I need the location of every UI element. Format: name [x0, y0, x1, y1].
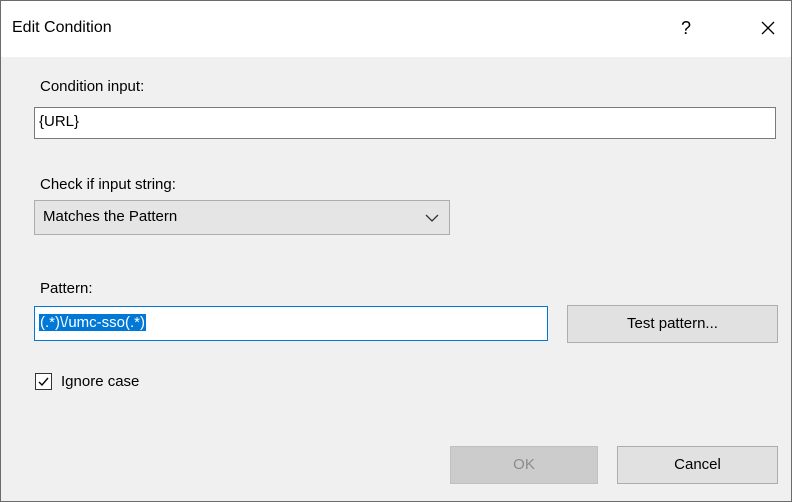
cancel-button[interactable]: Cancel: [617, 446, 778, 484]
pattern-value: (.*)\/umc-sso(.*): [39, 314, 146, 331]
close-icon: [761, 21, 775, 35]
help-icon: ?: [680, 18, 691, 38]
pattern-label: Pattern:: [40, 280, 93, 297]
ignore-case-label[interactable]: Ignore case: [61, 373, 139, 390]
help-button[interactable]: ?: [669, 13, 703, 43]
pattern-field[interactable]: (.*)\/umc-sso(.*): [34, 306, 548, 341]
condition-input-value: {URL}: [39, 113, 80, 130]
match-type-value: Matches the Pattern: [43, 208, 178, 225]
condition-input-field[interactable]: {URL}: [34, 107, 776, 139]
close-button[interactable]: [751, 13, 785, 43]
test-pattern-button[interactable]: Test pattern...: [567, 305, 778, 343]
dialog-title: Edit Condition: [12, 19, 112, 36]
edit-condition-dialog: Edit Condition ? Condition input: {URL} …: [0, 0, 792, 502]
checkmark-icon: [38, 377, 49, 387]
condition-input-label: Condition input:: [40, 78, 145, 95]
check-input-label: Check if input string:: [40, 176, 176, 193]
ignore-case-checkbox[interactable]: [35, 373, 52, 390]
ok-button[interactable]: OK: [450, 446, 598, 484]
chevron-down-icon: [425, 214, 439, 222]
title-bar: Edit Condition ?: [1, 1, 791, 57]
match-type-select[interactable]: Matches the Pattern: [34, 200, 450, 235]
